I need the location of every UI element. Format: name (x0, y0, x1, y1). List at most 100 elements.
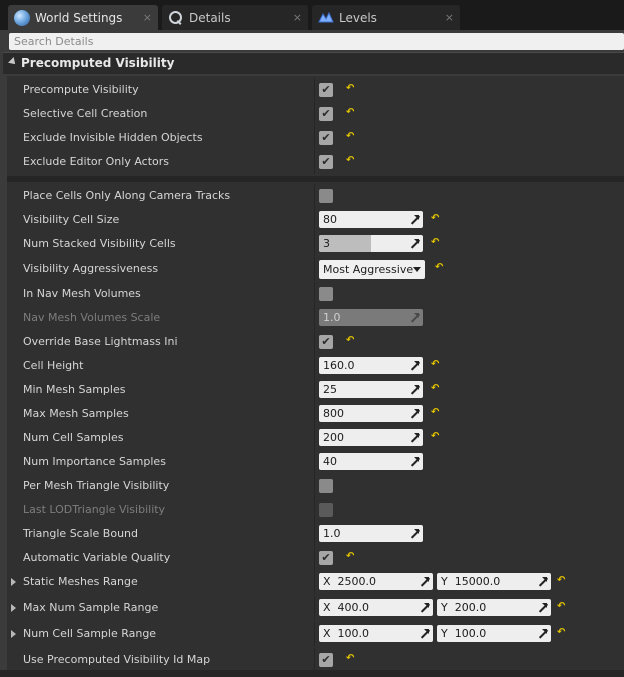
number-field[interactable]: 40 (319, 453, 423, 470)
reset-to-default-icon[interactable]: ↶ (431, 383, 441, 395)
column-divider (314, 232, 315, 256)
checkbox[interactable]: ✔ (319, 155, 333, 169)
tab-levels[interactable]: Levels × (312, 5, 460, 30)
drag-resize-icon[interactable] (538, 603, 547, 612)
vector-component-field[interactable]: Y 100.0 (437, 625, 551, 642)
property-label: Place Cells Only Along Camera Tracks (23, 189, 231, 202)
column-divider (314, 102, 315, 126)
checkbox[interactable]: ✔ (319, 653, 333, 667)
reset-to-default-icon[interactable]: ↶ (431, 431, 441, 443)
reset-to-default-icon[interactable]: ↶ (346, 551, 356, 563)
drag-resize-icon[interactable] (420, 603, 429, 612)
reset-to-default-icon[interactable]: ↶ (431, 359, 441, 371)
checkbox[interactable]: ✔ (319, 83, 333, 97)
expand-arrow-icon[interactable] (11, 578, 16, 586)
details-panel: Precomputed Visibility Precompute Visibi… (0, 30, 624, 677)
property-row: Override Base Lightmass Ini ✔ ↶ (7, 330, 624, 354)
reset-to-default-icon[interactable]: ↶ (431, 407, 441, 419)
number-field[interactable]: 1.0 (319, 525, 423, 542)
property-label: Num Importance Samples (23, 455, 166, 468)
property-row: Num Stacked Visibility Cells 3 ↶ (7, 232, 624, 256)
vector-component-field[interactable]: X 400.0 (319, 599, 433, 616)
drag-resize-icon[interactable] (538, 629, 547, 638)
aggressiveness-dropdown[interactable]: Most Aggressive (319, 260, 425, 279)
drag-resize-icon[interactable] (410, 433, 419, 442)
drag-resize-icon[interactable] (410, 215, 419, 224)
vector-component-field[interactable]: X 2500.0 (319, 573, 433, 590)
close-icon[interactable]: × (143, 11, 152, 24)
property-row: Exclude Invisible Hidden Objects ✔ ↶ (7, 126, 624, 150)
checkbox[interactable] (319, 189, 333, 203)
search-input[interactable] (9, 33, 624, 50)
drag-resize-icon[interactable] (420, 577, 429, 586)
property-row: Max Num Sample Range X 400.0 Y 200.0 ↶ (7, 596, 624, 620)
property-row: Per Mesh Triangle Visibility (7, 474, 624, 498)
checkbox[interactable] (319, 479, 333, 493)
column-divider (314, 570, 315, 594)
number-field[interactable]: 25 (319, 381, 423, 398)
drag-resize-icon[interactable] (410, 385, 419, 394)
panel-footer (0, 670, 624, 677)
number-field[interactable]: 3 (319, 235, 423, 252)
field-value: 200.0 (454, 601, 487, 614)
column-divider (314, 208, 315, 232)
checkbox[interactable]: ✔ (319, 551, 333, 565)
checkbox[interactable] (319, 287, 333, 301)
search-box[interactable] (9, 33, 624, 50)
property-label: Max Mesh Samples (23, 407, 129, 420)
number-field[interactable]: 160.0 (319, 357, 423, 374)
close-icon[interactable]: × (445, 11, 454, 24)
vector-component-field[interactable]: X 100.0 (319, 625, 433, 642)
column-divider (314, 306, 315, 330)
expand-arrow-icon[interactable] (11, 630, 16, 638)
column-divider (314, 150, 315, 174)
property-label: Use Precomputed Visibility Id Map (23, 653, 211, 666)
field-value: 1.0 (323, 527, 341, 540)
close-icon[interactable]: × (293, 11, 302, 24)
property-label: Last LODTriangle Visibility (23, 503, 166, 516)
expand-arrow-icon[interactable] (11, 604, 16, 612)
drag-resize-icon[interactable] (410, 361, 419, 370)
property-group-advanced: Place Cells Only Along Camera Tracks Visi… (7, 182, 624, 672)
reset-to-default-icon[interactable]: ↶ (557, 575, 567, 587)
checkbox[interactable]: ✔ (319, 335, 333, 349)
checkbox[interactable]: ✔ (319, 131, 333, 145)
reset-to-default-icon[interactable]: ↶ (431, 237, 441, 249)
reset-to-default-icon[interactable]: ↶ (346, 131, 356, 143)
reset-to-default-icon[interactable]: ↶ (431, 213, 441, 225)
tab-world-settings[interactable]: World Settings × (8, 5, 158, 30)
drag-resize-icon[interactable] (538, 577, 547, 586)
column-divider (314, 257, 315, 281)
number-field[interactable]: 80 (319, 211, 423, 228)
reset-to-default-icon[interactable]: ↶ (346, 335, 356, 347)
collapse-arrow-icon[interactable] (8, 57, 18, 67)
reset-to-default-icon[interactable]: ↶ (346, 155, 356, 167)
drag-resize-icon[interactable] (410, 409, 419, 418)
checkbox[interactable]: ✔ (319, 107, 333, 121)
reset-to-default-icon[interactable]: ↶ (557, 601, 567, 613)
property-row: Cell Height 160.0 ↶ (7, 354, 624, 378)
column-divider (314, 78, 315, 102)
number-field: 1.0 (319, 309, 423, 326)
number-field[interactable]: 800 (319, 405, 423, 422)
vector-component-field[interactable]: Y 200.0 (437, 599, 551, 616)
axis-label: X (323, 601, 331, 614)
drag-resize-icon[interactable] (410, 457, 419, 466)
axis-label: Y (441, 601, 448, 614)
property-row: Precompute Visibility ✔ ↶ (7, 78, 624, 102)
column-divider (314, 402, 315, 426)
property-label: Max Num Sample Range (23, 601, 159, 614)
reset-to-default-icon[interactable]: ↶ (557, 627, 567, 639)
vector-component-field[interactable]: Y 15000.0 (437, 573, 551, 590)
drag-resize-icon[interactable] (410, 239, 419, 248)
reset-to-default-icon[interactable]: ↶ (346, 83, 356, 95)
drag-resize-icon[interactable] (410, 529, 419, 538)
tab-details[interactable]: Details × (162, 5, 308, 30)
drag-resize-icon[interactable] (420, 629, 429, 638)
property-label: Triangle Scale Bound (23, 527, 138, 540)
reset-to-default-icon[interactable]: ↶ (435, 262, 445, 274)
reset-to-default-icon[interactable]: ↶ (346, 653, 356, 665)
number-field[interactable]: 200 (319, 429, 423, 446)
reset-to-default-icon[interactable]: ↶ (346, 107, 356, 119)
category-header[interactable]: Precomputed Visibility (3, 52, 624, 74)
